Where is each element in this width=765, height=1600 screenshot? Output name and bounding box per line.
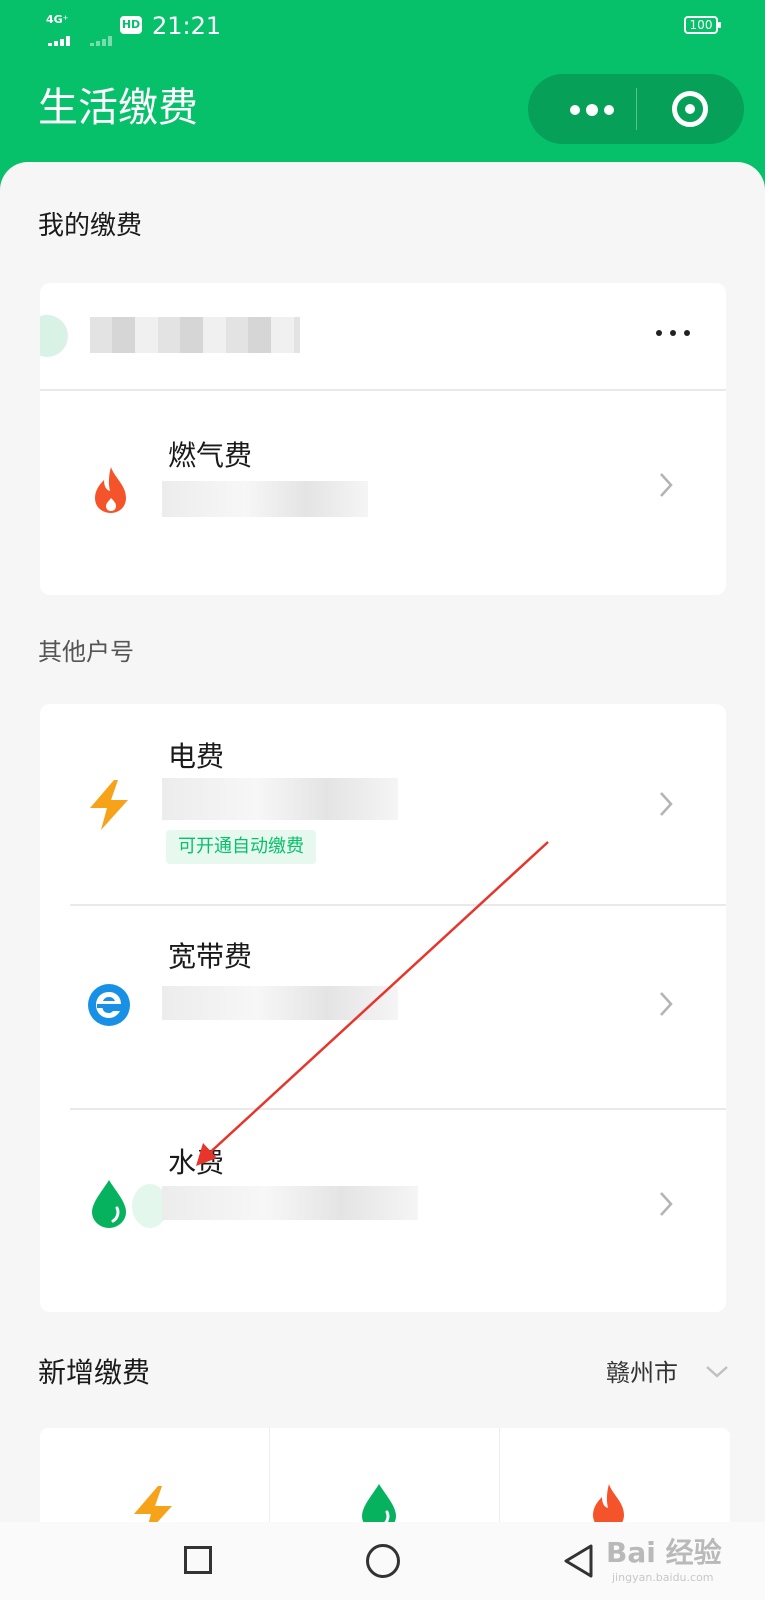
- water-drop-icon: [92, 1180, 126, 1228]
- flame-icon: [95, 467, 126, 513]
- capsule-divider: [636, 88, 637, 130]
- redacted-account-number: [162, 1186, 418, 1220]
- account-more-button[interactable]: [654, 327, 694, 339]
- broadband-e-icon: [88, 984, 130, 1026]
- water-fee-label: 水费: [168, 1146, 225, 1179]
- grid-item-gas[interactable]: [500, 1428, 729, 1528]
- chevron-right-icon: [660, 473, 673, 497]
- grid-item-electricity[interactable]: [40, 1428, 269, 1528]
- electricity-fee-row[interactable]: 电费 可开通自动缴费: [40, 704, 726, 904]
- chevron-right-icon: [660, 792, 673, 816]
- system-navigation-bar: Bai 经验 jingyan.baidu.com: [0, 1522, 765, 1600]
- page-title: 生活缴费: [38, 85, 198, 131]
- my-payments-heading: 我的缴费: [38, 211, 143, 241]
- grid-item-water[interactable]: [270, 1428, 499, 1528]
- network-indicator: 4G⁺: [46, 13, 69, 26]
- my-payments-card: 燃气费: [40, 283, 726, 595]
- more-menu-button[interactable]: [558, 74, 638, 144]
- redacted-account-name: [90, 317, 300, 353]
- broadband-fee-row[interactable]: 宽带费: [40, 906, 726, 1106]
- status-bar: 4G⁺ HD 21:21 100: [0, 0, 765, 56]
- other-accounts-heading: 其他户号: [38, 638, 134, 666]
- chevron-down-icon[interactable]: [704, 1362, 730, 1382]
- broadband-fee-label: 宽带费: [168, 940, 253, 973]
- signal-icon-secondary: [90, 27, 118, 46]
- lightning-icon: [90, 780, 128, 830]
- gas-fee-label: 燃气费: [168, 439, 253, 472]
- close-miniprogram-button[interactable]: [672, 91, 708, 127]
- redacted-account-number: [162, 986, 398, 1020]
- redacted-account-number: [162, 778, 398, 820]
- battery-icon: 100: [684, 16, 721, 34]
- water-fee-row[interactable]: 水费: [40, 1110, 726, 1312]
- signal-icon: [48, 27, 76, 46]
- baidu-watermark-url: jingyan.baidu.com: [612, 1571, 714, 1584]
- electricity-fee-label: 电费: [168, 740, 225, 773]
- other-accounts-card: 电费 可开通自动缴费 宽带费 水费: [40, 704, 726, 1312]
- auto-pay-tag[interactable]: 可开通自动缴费: [166, 830, 316, 864]
- home-button[interactable]: [366, 1544, 400, 1578]
- chevron-right-icon: [660, 1192, 673, 1216]
- miniprogram-capsule: [528, 74, 744, 144]
- hd-badge: HD: [120, 16, 142, 34]
- city-selector[interactable]: 赣州市: [606, 1357, 678, 1389]
- gas-fee-row[interactable]: 燃气费: [40, 391, 726, 595]
- new-payment-heading: 新增缴费: [38, 1356, 151, 1389]
- redacted-account-number: [162, 481, 368, 517]
- chevron-right-icon: [660, 992, 673, 1016]
- baidu-watermark: Bai 经验: [606, 1536, 722, 1569]
- status-time: 21:21: [152, 12, 222, 40]
- recent-apps-button[interactable]: [184, 1546, 212, 1574]
- account-avatar: [40, 315, 68, 357]
- new-payment-grid: [40, 1428, 730, 1528]
- back-triangle-icon[interactable]: [562, 1543, 594, 1579]
